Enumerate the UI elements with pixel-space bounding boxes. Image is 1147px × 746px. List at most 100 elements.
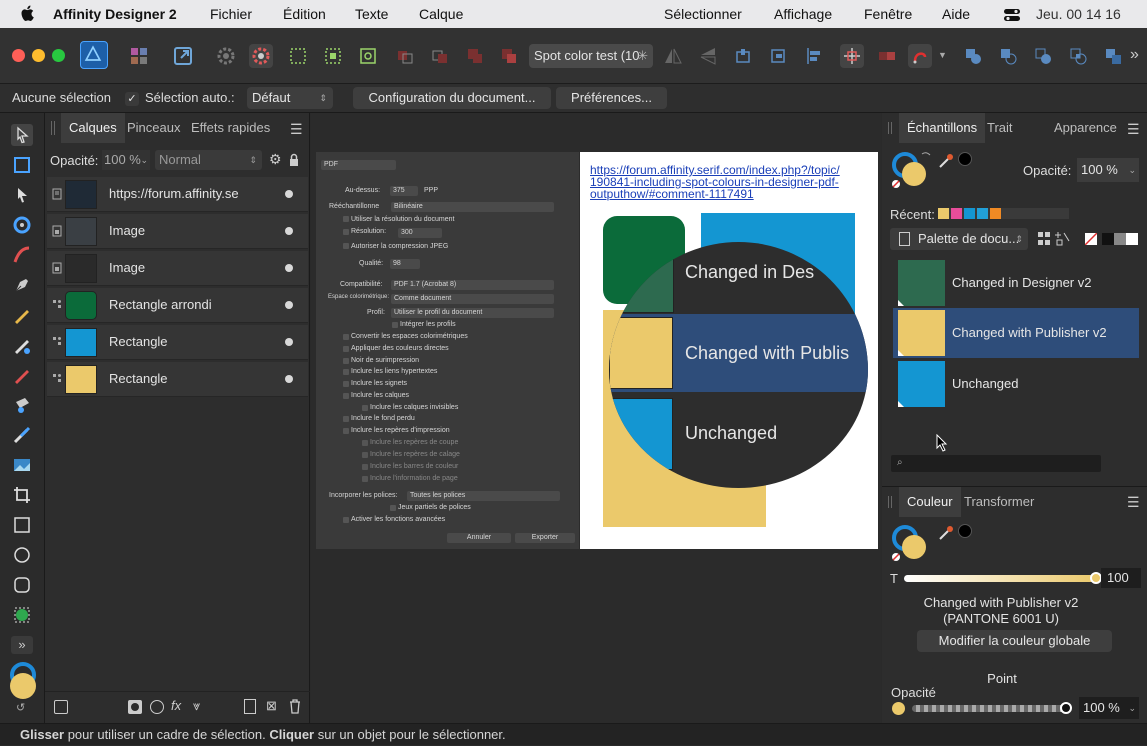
layer-row[interactable]: Rectangle — [47, 325, 308, 360]
tab-color[interactable]: Couleur — [899, 487, 961, 517]
tint-slider[interactable] — [904, 572, 1102, 584]
color-well-icon[interactable] — [7, 661, 39, 701]
control-center-icon[interactable] — [1004, 8, 1020, 21]
tab-stroke[interactable]: Trait — [979, 113, 1021, 143]
fx-icon[interactable]: fx — [171, 698, 181, 713]
tab-transform[interactable]: Transformer — [956, 487, 1042, 517]
ellipse-tool-icon[interactable] — [11, 544, 33, 566]
panel-menu-icon[interactable]: ☰ — [1127, 121, 1140, 138]
swatch-search-input[interactable]: ⌕ — [891, 455, 1101, 472]
menu-affichage[interactable]: Affichage — [774, 6, 832, 22]
snapping-icon[interactable] — [249, 44, 273, 68]
erase-tool-icon[interactable] — [11, 394, 33, 416]
adjustment-icon[interactable] — [150, 700, 164, 714]
group-icon[interactable]: ⊠ — [266, 698, 277, 714]
forum-link[interactable]: https://forum.affinity.serif.com/index.p… — [590, 164, 870, 200]
swatch-row[interactable]: Changed in Designer v2 — [893, 258, 1139, 308]
layer-row[interactable]: https://forum.affinity.se — [47, 177, 308, 212]
pixel-persona-icon[interactable] — [127, 44, 151, 68]
auto-select-dropdown[interactable]: Défaut ⇕ — [247, 87, 333, 109]
mask-icon[interactable] — [128, 700, 142, 714]
lock-icon[interactable] — [289, 153, 299, 166]
layer-stack-icon[interactable] — [54, 700, 68, 714]
geometry-intersect-icon[interactable] — [1031, 44, 1055, 68]
auto-select-checkbox[interactable]: ✓ — [125, 92, 139, 106]
export-persona-icon[interactable] — [171, 44, 195, 68]
swatch-opacity-dropdown[interactable]: 100 % ⌄ — [1077, 158, 1139, 182]
to-back-icon[interactable] — [497, 44, 521, 68]
tab-quick-fx[interactable]: Effets rapides — [183, 113, 278, 143]
menu-calque[interactable]: Calque — [419, 6, 463, 22]
menu-texte[interactable]: Texte — [355, 6, 388, 22]
opacity-dropdown[interactable]: 100 % ⌄ — [1079, 697, 1139, 719]
palette-dropdown[interactable]: Palette de docu... ⇕ — [890, 228, 1028, 250]
layer-visibility-toggle[interactable] — [285, 227, 293, 235]
menu-aide[interactable]: Aide — [942, 6, 970, 22]
select-all-icon[interactable] — [321, 44, 345, 68]
pen-tool-icon[interactable] — [11, 274, 33, 296]
live-filter-icon[interactable]: ⩔ — [193, 698, 200, 714]
align-icon[interactable] — [803, 44, 827, 68]
tab-appearance[interactable]: Apparence — [1046, 113, 1125, 143]
panel-menu-icon[interactable]: ☰ — [1127, 494, 1140, 511]
swatch-row[interactable]: Unchanged — [893, 359, 1139, 409]
rotate-left-icon[interactable] — [731, 44, 755, 68]
recent-swatch[interactable] — [964, 208, 975, 219]
tab-layers[interactable]: Calques — [61, 113, 125, 143]
back-one-icon[interactable] — [393, 44, 417, 68]
geometry-subtract-icon[interactable] — [996, 44, 1020, 68]
tab-swatches[interactable]: Échantillons — [899, 113, 986, 143]
vector-brush-icon[interactable] — [11, 364, 33, 386]
layer-visibility-toggle[interactable] — [285, 375, 293, 383]
layer-visibility-toggle[interactable] — [285, 301, 293, 309]
blend-mode-dropdown[interactable]: Normal ⇕ — [155, 150, 262, 170]
flip-vertical-icon[interactable] — [696, 44, 720, 68]
forward-one-icon[interactable] — [428, 44, 452, 68]
modify-global-color-button[interactable]: Modifier la couleur globale — [917, 630, 1112, 652]
layer-row[interactable]: Rectangle — [47, 362, 308, 397]
layer-settings-gear-icon[interactable]: ⚙ — [269, 151, 282, 168]
chevron-down-icon[interactable]: ▼ — [938, 50, 948, 64]
recent-swatch[interactable] — [951, 208, 962, 219]
geometry-xor-icon[interactable] — [1066, 44, 1090, 68]
to-front-icon[interactable] — [463, 44, 487, 68]
panel-grip-icon[interactable] — [51, 121, 55, 135]
corner-tool-icon[interactable] — [11, 214, 33, 236]
color-picker-icon[interactable] — [937, 524, 955, 542]
move-tool-icon[interactable] — [11, 124, 33, 146]
panel-grip-icon[interactable] — [888, 496, 892, 508]
force-pixel-alignment-icon[interactable] — [908, 44, 932, 68]
opacity-slider[interactable] — [912, 702, 1072, 714]
designer-persona-icon[interactable] — [80, 41, 108, 69]
menu-fenetre[interactable]: Fenêtre — [864, 6, 912, 22]
layer-row[interactable]: Image — [47, 251, 308, 286]
select-box-icon[interactable] — [286, 44, 310, 68]
recent-swatch[interactable] — [990, 208, 1001, 219]
add-layer-icon[interactable] — [244, 699, 256, 714]
tab-brushes[interactable]: Pinceaux — [119, 113, 188, 143]
geometry-divide-icon[interactable] — [1101, 44, 1125, 68]
rectangle-tool-icon[interactable] — [11, 514, 33, 536]
menu-selectionner[interactable]: Sélectionner — [664, 6, 742, 22]
close-window-button[interactable] — [12, 49, 25, 62]
trash-icon[interactable] — [289, 699, 301, 714]
rounded-rect-tool-icon[interactable] — [11, 574, 33, 596]
gradient-tool-icon[interactable] — [11, 424, 33, 446]
crop-tool-icon[interactable] — [11, 484, 33, 506]
swap-colors-icon[interactable]: ↺ — [16, 701, 25, 714]
minimize-window-button[interactable] — [32, 49, 45, 62]
none-color-icon[interactable] — [1084, 232, 1098, 246]
black-swatch-icon[interactable] — [958, 524, 972, 538]
layers-opacity-dropdown[interactable]: 100 % ⌄ — [102, 150, 150, 170]
boolean-icon[interactable] — [875, 44, 899, 68]
add-swatch-icon[interactable] — [1037, 231, 1071, 247]
menu-edition[interactable]: Édition — [283, 6, 326, 22]
more-tools-icon[interactable]: » — [11, 636, 33, 654]
apple-icon[interactable] — [20, 5, 34, 22]
tint-value-field[interactable]: 100 — [1101, 568, 1141, 588]
opacity-slider-handle[interactable] — [1060, 702, 1072, 714]
node-tool-icon[interactable] — [11, 184, 33, 206]
document-setup-button[interactable]: Configuration du document... — [353, 87, 551, 109]
panel-menu-icon[interactable]: ☰ — [290, 121, 303, 138]
layer-row[interactable]: Image — [47, 214, 308, 249]
